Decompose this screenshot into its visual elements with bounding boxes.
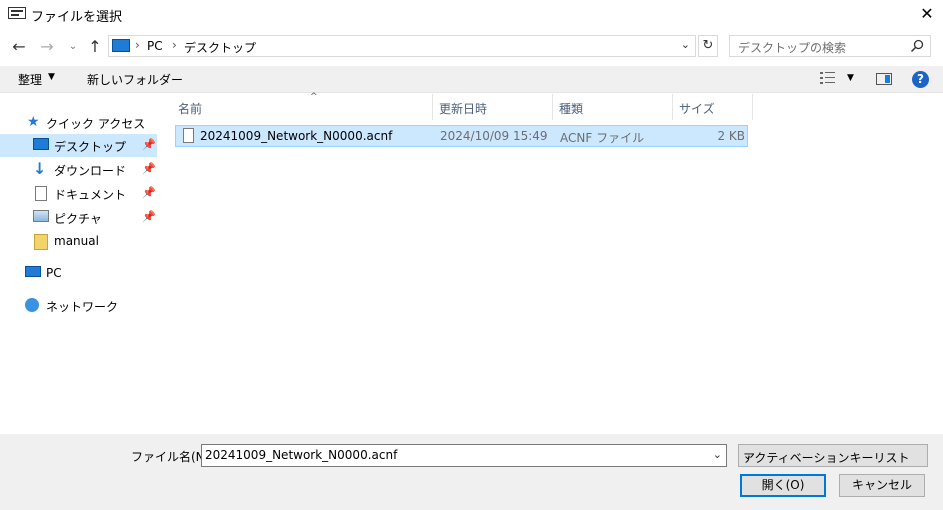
sidebar-item-desktop[interactable]: デスクトップ 📌 (0, 134, 157, 157)
breadcrumb-separator[interactable]: › (172, 38, 177, 52)
column-header-size[interactable]: サイズ (673, 94, 753, 120)
view-options-icon[interactable] (820, 71, 836, 85)
pin-icon[interactable]: 📌 (142, 162, 156, 175)
pictures-icon (33, 210, 49, 222)
pin-icon[interactable]: 📌 (142, 210, 156, 223)
sort-ascending-icon: ^ (310, 92, 318, 102)
filetype-select[interactable]: アクティベーションキーリストファイル (* ⌄ (738, 444, 928, 467)
document-icon (35, 186, 47, 201)
file-size: 2 KB (717, 129, 745, 143)
network-icon (25, 298, 39, 312)
address-bar[interactable]: › PC › デスクトップ ⌄ (108, 35, 696, 57)
up-button[interactable]: ↑ (86, 38, 104, 56)
desktop-icon (33, 138, 49, 150)
sidebar-item-label: manual (54, 234, 99, 248)
refresh-button[interactable]: ↻ (698, 35, 718, 57)
file-type: ACNF ファイル (560, 131, 645, 145)
chevron-down-icon[interactable]: ⌄ (743, 449, 909, 462)
sidebar-item-label: PC (46, 266, 62, 280)
breadcrumb-pc[interactable]: PC (147, 39, 163, 53)
search-icon (910, 39, 924, 53)
open-button[interactable]: 開く(O) (740, 474, 826, 497)
sidebar-item-label: クイック アクセス (46, 117, 146, 131)
sidebar-item-pc[interactable]: PC (0, 262, 157, 285)
chevron-down-icon[interactable]: ▼ (48, 72, 55, 82)
title-bar: ファイルを選択 ✕ (0, 0, 943, 28)
sidebar-item-network[interactable]: ネットワーク (0, 294, 157, 317)
file-date: 2024/10/09 15:49 (440, 129, 548, 143)
sidebar-item-label: ドキュメント (54, 188, 127, 202)
star-icon: ★ (27, 114, 40, 130)
file-icon (183, 128, 194, 143)
breadcrumb-separator[interactable]: › (135, 38, 140, 52)
chevron-down-icon[interactable]: ⌄ (681, 38, 690, 51)
table-row[interactable]: 20241009_Network_N0000.acnf 2024/10/09 1… (175, 125, 748, 147)
sidebar-item-quick-access[interactable]: ★ クイック アクセス (0, 111, 157, 134)
forward-button[interactable]: → (38, 38, 56, 56)
chevron-down-icon[interactable]: ⌄ (713, 448, 722, 461)
download-icon: ↓ (33, 159, 47, 178)
app-icon (8, 7, 26, 19)
recent-locations-dropdown[interactable]: ⌄ (64, 38, 82, 56)
preview-pane-icon[interactable] (876, 73, 892, 85)
sidebar-item-documents[interactable]: ドキュメント 📌 (0, 182, 157, 205)
column-header-date[interactable]: 更新日時 (433, 94, 553, 120)
command-bar: 整理 ▼ 新しいフォルダー ▼ ? (0, 66, 943, 93)
pin-icon[interactable]: 📌 (142, 186, 156, 199)
close-button[interactable]: ✕ (914, 2, 940, 26)
sidebar-item-downloads[interactable]: ↓ ダウンロード 📌 (0, 158, 157, 181)
sidebar-item-pictures[interactable]: ピクチャ 📌 (0, 206, 157, 229)
filename-input[interactable] (205, 448, 695, 462)
computer-icon (25, 266, 41, 277)
help-icon[interactable]: ? (912, 71, 929, 88)
cancel-button[interactable]: キャンセル (839, 474, 925, 497)
sidebar-item-manual[interactable]: manual (0, 230, 157, 253)
sidebar-item-label: ネットワーク (46, 300, 119, 314)
chevron-down-icon[interactable]: ▼ (847, 73, 854, 83)
new-folder-button[interactable]: 新しいフォルダー (87, 71, 183, 88)
file-name: 20241009_Network_N0000.acnf (200, 129, 393, 143)
sidebar-item-label: ダウンロード (54, 164, 127, 178)
file-list: 名前 ^ 更新日時 種類 サイズ 20241009_Network_N0000.… (160, 92, 943, 434)
back-button[interactable]: ← (10, 38, 28, 56)
window-title: ファイルを選択 (31, 10, 123, 25)
search-input[interactable]: デスクトップの検索 (738, 39, 846, 56)
navigation-pane: ★ クイック アクセス デスクトップ 📌 ↓ ダウンロード 📌 ドキュメント 📌… (0, 94, 160, 434)
column-header-type[interactable]: 種類 (553, 94, 673, 120)
bottom-panel: ファイル名(N): ⌄ アクティベーションキーリストファイル (* ⌄ 開く(O… (0, 434, 943, 510)
organize-button[interactable]: 整理 (18, 71, 42, 88)
filename-combobox[interactable]: ⌄ (201, 444, 727, 467)
sidebar-item-label: デスクトップ (54, 140, 127, 154)
folder-icon (34, 234, 48, 250)
breadcrumb-desktop[interactable]: デスクトップ (184, 39, 256, 56)
search-box[interactable]: デスクトップの検索 (729, 35, 931, 57)
sidebar-item-label: ピクチャ (54, 212, 102, 226)
pin-icon[interactable]: 📌 (142, 138, 156, 151)
column-header-name[interactable]: 名前 ^ (172, 92, 433, 120)
desktop-icon (112, 39, 130, 52)
